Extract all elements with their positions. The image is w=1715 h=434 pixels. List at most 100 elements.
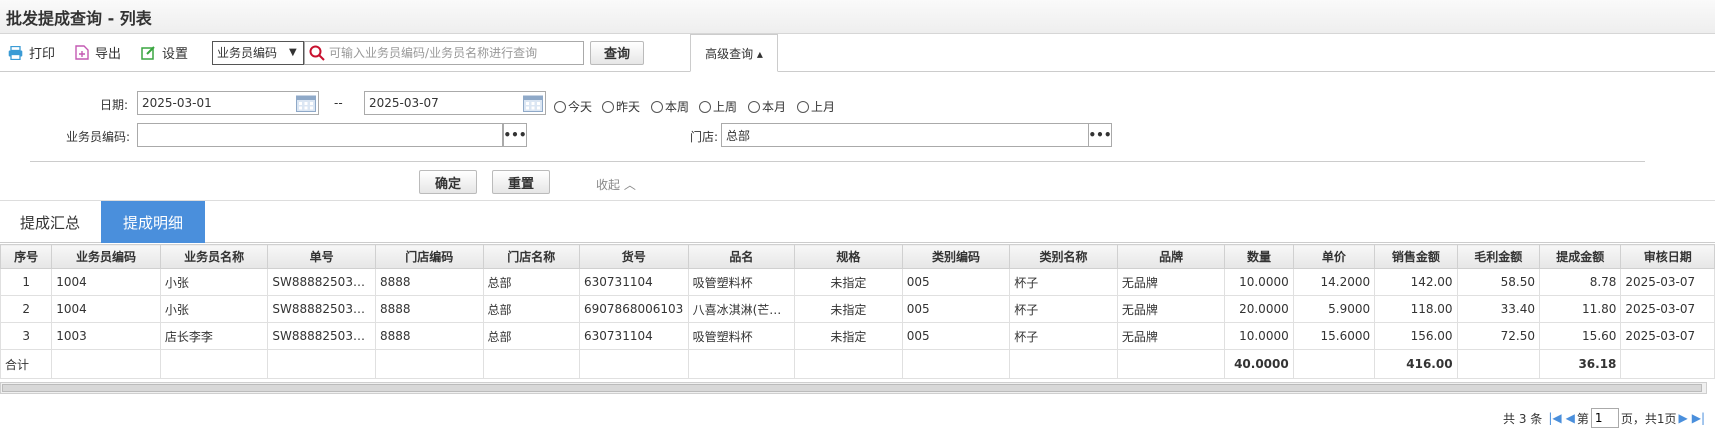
column-header[interactable]: 提成金额 — [1538, 244, 1622, 269]
table-cell: 无品牌 — [1116, 322, 1226, 350]
prev-page-icon[interactable]: ◀ — [1566, 411, 1575, 425]
radio-yesterday[interactable]: 昨天 — [602, 98, 640, 115]
table-cell: 八喜冰淇淋(芒果... — [687, 295, 796, 323]
table-cell: 005 — [901, 268, 1011, 296]
totals-cell — [159, 349, 269, 379]
table-cell: 630731104 — [579, 268, 689, 296]
table-cell: 吸管塑料杯 — [687, 268, 796, 296]
chevron-down-icon: ▼ — [289, 47, 297, 58]
confirm-button[interactable]: 确定 — [419, 170, 477, 194]
scrollbar-thumb[interactable] — [2, 384, 1702, 392]
radio-this-week[interactable]: 本周 — [651, 98, 689, 115]
tab-detail[interactable]: 提成明细 — [101, 201, 205, 243]
table-cell: 156.00 — [1374, 322, 1458, 350]
table-cell: 58.50 — [1456, 268, 1540, 296]
column-header[interactable]: 货号 — [579, 244, 689, 269]
radio-last-month[interactable]: 上月 — [797, 98, 835, 115]
search-field-select[interactable]: 业务员编码 ▼ — [212, 40, 305, 65]
radio-last-week[interactable]: 上周 — [699, 98, 737, 115]
table-cell: 未指定 — [794, 322, 903, 350]
column-header[interactable]: 审核日期 — [1620, 244, 1715, 269]
totals-cell — [51, 349, 161, 379]
query-button[interactable]: 查询 — [590, 40, 645, 65]
first-page-icon[interactable]: |◀ — [1548, 411, 1561, 425]
column-header[interactable]: 品牌 — [1116, 244, 1226, 269]
table-cell: 1004 — [51, 268, 161, 296]
salesman-picker-button[interactable]: ••• — [503, 123, 527, 147]
totals-cell: 416.00 — [1374, 349, 1458, 379]
totals-cell — [901, 349, 1011, 379]
page-title: 批发提成查询 - 列表 — [6, 8, 152, 28]
table-cell: 72.50 — [1456, 322, 1540, 350]
printer-icon — [8, 45, 23, 60]
totals-cell: 40.0000 — [1224, 349, 1294, 379]
settings-button[interactable]: 设置 — [141, 43, 188, 62]
table-row[interactable]: 3 1003 店长李李 SW888825030... 8888 总部 630731104 吸管… — [0, 322, 1715, 350]
radio-label: 本月 — [762, 100, 787, 114]
table-cell: 小张 — [159, 295, 269, 323]
reset-button[interactable]: 重置 — [492, 170, 550, 194]
totals-cell — [579, 349, 689, 379]
column-header[interactable]: 规格 — [794, 244, 903, 269]
salesman-code-field[interactable] — [137, 123, 503, 147]
horizontal-scrollbar[interactable] — [0, 382, 1707, 394]
title-bar: 批发提成查询 - 列表 — [0, 0, 1715, 34]
column-header[interactable]: 门店名称 — [482, 244, 581, 269]
last-page-icon[interactable]: ▶| — [1692, 411, 1705, 425]
column-header[interactable]: 数量 — [1224, 244, 1294, 269]
column-header[interactable]: 序号 — [0, 244, 53, 269]
table-cell: 005 — [901, 295, 1011, 323]
table-cell: 未指定 — [794, 295, 903, 323]
search-input[interactable] — [329, 45, 580, 60]
advanced-query-tab[interactable]: 高级查询 ▴ — [690, 34, 778, 72]
store-field[interactable]: 总部 — [721, 123, 1089, 147]
detail-table: 序号 业务员编码 业务员名称 单号 门店编码 门店名称 货号 品名 规格 类别编码 类别名称 品牌 数量… — [0, 244, 1715, 379]
table-cell: 无品牌 — [1116, 295, 1226, 323]
radio-this-month[interactable]: 本月 — [748, 98, 786, 115]
column-header[interactable]: 类别编码 — [901, 244, 1011, 269]
column-header[interactable]: 单号 — [267, 244, 376, 269]
store-picker-button[interactable]: ••• — [1088, 123, 1112, 147]
totals-cell — [687, 349, 796, 379]
divider — [30, 161, 1645, 162]
page-number-input[interactable] — [1590, 408, 1619, 428]
collapse-button[interactable]: 收起 ︿ — [596, 176, 636, 193]
date-from-field[interactable]: 2025-03-01 — [137, 91, 319, 115]
totals-cell — [374, 349, 484, 379]
export-icon — [75, 45, 89, 60]
column-header[interactable]: 销售金额 — [1374, 244, 1458, 269]
table-cell: 1 — [0, 268, 53, 296]
calendar-icon[interactable] — [296, 94, 316, 112]
column-header[interactable]: 门店编码 — [374, 244, 484, 269]
table-cell: 8888 — [374, 295, 484, 323]
tab-bar: 提成汇总 提成明细 — [0, 201, 1715, 243]
table-cell: 630731104 — [579, 322, 689, 350]
column-header[interactable]: 类别名称 — [1009, 244, 1118, 269]
table-cell: 118.00 — [1374, 295, 1458, 323]
column-header[interactable]: 品名 — [687, 244, 796, 269]
table-cell: SW888825030... — [267, 268, 376, 296]
total-records: 共 3 条 — [1503, 411, 1543, 426]
table-cell: 1003 — [51, 322, 161, 350]
export-button[interactable]: 导出 — [75, 43, 121, 62]
column-header[interactable]: 业务员名称 — [159, 244, 269, 269]
search-field-selected: 业务员编码 — [217, 46, 278, 60]
date-to-field[interactable]: 2025-03-07 — [364, 91, 546, 115]
radio-label: 昨天 — [616, 100, 641, 114]
column-header[interactable]: 业务员编码 — [51, 244, 161, 269]
column-header[interactable]: 毛利金额 — [1456, 244, 1540, 269]
radio-today[interactable]: 今天 — [554, 98, 592, 115]
table-cell: 11.80 — [1538, 295, 1622, 323]
totals-cell: 合计 — [0, 349, 53, 379]
tab-summary[interactable]: 提成汇总 — [0, 201, 100, 243]
totals-cell — [1620, 349, 1715, 379]
salesman-code-label: 业务员编码: — [65, 130, 130, 144]
table-row[interactable]: 2 1004 小张 SW888825030... 8888 总部 6907868006103… — [0, 295, 1715, 323]
table-cell: 142.00 — [1374, 268, 1458, 296]
print-button[interactable]: 打印 — [8, 43, 55, 62]
page-suffix: 页，共1页 — [1620, 411, 1677, 426]
calendar-icon[interactable] — [523, 94, 543, 112]
column-header[interactable]: 单价 — [1292, 244, 1376, 269]
next-page-icon[interactable]: ▶ — [1678, 411, 1687, 425]
table-row[interactable]: 1 1004 小张 SW888825030... 8888 总部 630731104 吸管塑料… — [0, 268, 1715, 296]
